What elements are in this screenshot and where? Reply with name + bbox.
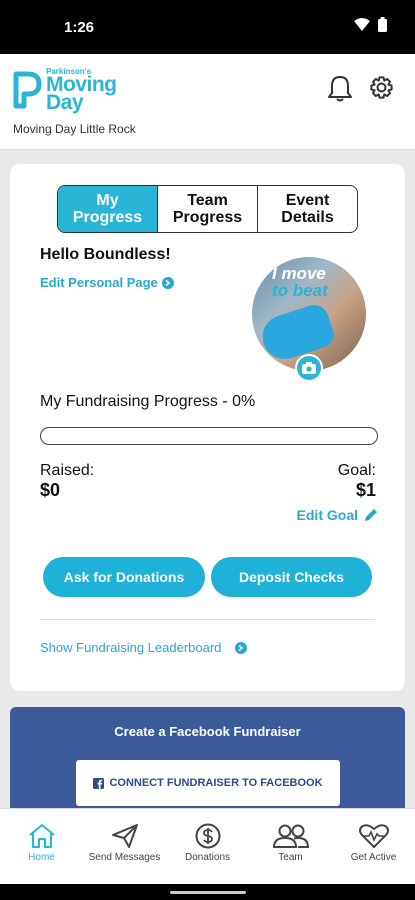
nav-team[interactable]: Team: [249, 809, 332, 884]
dollar-circle-icon: [195, 823, 220, 849]
divider: [40, 619, 375, 620]
avatar-caption-line2: to beat: [272, 281, 328, 300]
nav-send-messages[interactable]: Send Messages: [83, 809, 166, 884]
edit-goal-link[interactable]: Edit Goal: [297, 507, 378, 523]
avatar-caption-line1: I move: [272, 264, 326, 283]
nav-get-active-label: Get Active: [350, 852, 397, 863]
tab-event-details[interactable]: Event Details: [258, 186, 357, 232]
app-header: Parkinson's Moving Day Moving Day Little…: [0, 54, 415, 150]
nav-donations-label: Donations: [184, 852, 231, 863]
battery-icon: [378, 17, 387, 32]
fundraising-progress-title: My Fundraising Progress - 0%: [40, 393, 256, 410]
heartbeat-icon: [358, 824, 389, 848]
gesture-bar: [0, 884, 415, 900]
avatar-caption: I move to beat: [272, 265, 328, 299]
status-time: 1:26: [64, 19, 95, 36]
goal-label: Goal:: [337, 462, 376, 479]
tab-my-progress[interactable]: My Progress: [58, 186, 158, 232]
connect-facebook-label: CONNECT FUNDRAISER TO FACEBOOK: [109, 777, 323, 789]
connect-facebook-button[interactable]: CONNECT FUNDRAISER TO FACEBOOK: [76, 760, 340, 806]
logo-p-icon: [13, 71, 42, 109]
facebook-fundraiser-card: Create a Facebook Fundraiser CONNECT FUN…: [10, 707, 405, 817]
shoe-image: [256, 301, 338, 365]
team-icon: [272, 824, 309, 848]
status-bar: 1:26: [0, 0, 415, 54]
tab-team-progress[interactable]: Team Progress: [158, 186, 258, 232]
event-name: Moving Day Little Rock: [13, 122, 136, 136]
edit-goal-label: Edit Goal: [296, 507, 358, 523]
tab-bar: My Progress Team Progress Event Details: [57, 185, 358, 233]
camera-button[interactable]: [295, 354, 323, 382]
camera-icon: [302, 362, 316, 374]
fundraising-progress-bar: [40, 427, 378, 445]
nav-get-active[interactable]: Get Active: [332, 809, 415, 884]
wifi-icon: [354, 18, 370, 31]
paper-plane-icon: [111, 824, 138, 848]
ask-for-donations-button[interactable]: Ask for Donations: [43, 557, 205, 597]
raised-value: $0: [40, 480, 61, 500]
nav-send-messages-label: Send Messages: [88, 852, 161, 863]
deposit-checks-button[interactable]: Deposit Checks: [211, 557, 372, 597]
nav-home-label: Home: [28, 852, 55, 863]
facebook-fundraiser-title: Create a Facebook Fundraiser: [114, 724, 301, 739]
edit-personal-page-label: Edit Personal Page: [40, 275, 158, 290]
bottom-nav: Home Send Messages Donations Team Get Ac…: [0, 808, 415, 884]
nav-donations[interactable]: Donations: [166, 809, 249, 884]
gesture-pill[interactable]: [170, 891, 246, 894]
goal-value: $1: [355, 480, 376, 500]
nav-home[interactable]: Home: [0, 809, 83, 884]
show-leaderboard-link[interactable]: Show Fundraising Leaderboard: [40, 640, 248, 655]
home-icon: [28, 824, 55, 848]
moving-day-logo: Parkinson's Moving Day: [12, 68, 117, 114]
logo-line2: Day: [46, 91, 84, 114]
bell-icon[interactable]: [327, 74, 353, 102]
progress-card: My Progress Team Progress Event Details …: [10, 164, 405, 691]
gear-icon[interactable]: [368, 74, 395, 101]
status-icons: [354, 17, 387, 32]
greeting: Hello Boundless!: [40, 246, 171, 263]
raised-label: Raised:: [40, 462, 95, 479]
pencil-icon: [365, 509, 377, 521]
edit-personal-page-link[interactable]: Edit Personal Page: [40, 275, 174, 290]
show-leaderboard-label: Show Fundraising Leaderboard: [40, 640, 222, 655]
facebook-icon: [93, 777, 105, 789]
arrow-circle-right-icon: [235, 641, 248, 654]
arrow-circle-right-icon: [161, 276, 174, 289]
nav-team-label: Team: [278, 852, 303, 863]
